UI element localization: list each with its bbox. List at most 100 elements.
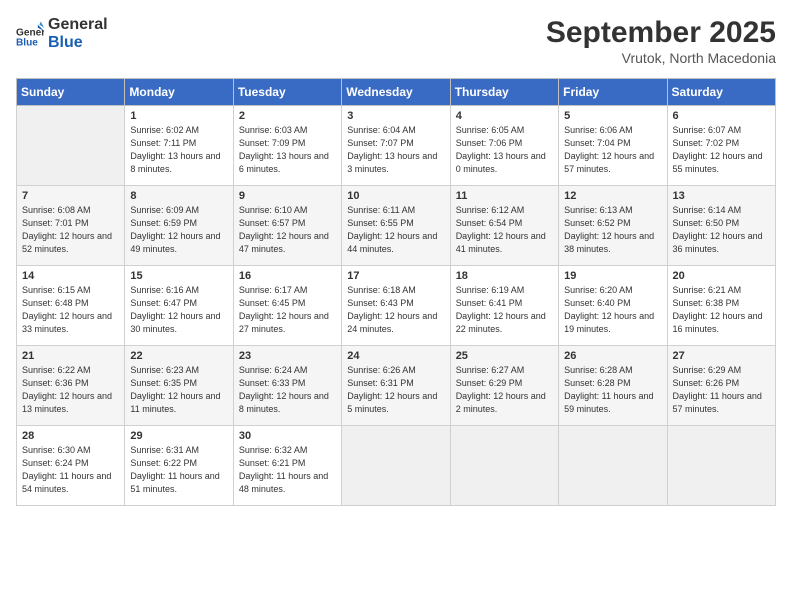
calendar-cell: 6 Sunrise: 6:07 AMSunset: 7:02 PMDaylight… <box>667 106 775 186</box>
col-header-thursday: Thursday <box>450 79 558 106</box>
calendar-cell: 28Sunrise: 6:30 AMSunset: 6:24 PMDayligh… <box>17 426 125 506</box>
svg-text:Blue: Blue <box>16 38 38 48</box>
day-info: Sunrise: 6:09 AMSunset: 6:59 PMDaylight:… <box>130 204 227 256</box>
day-info: Sunrise: 6:12 AMSunset: 6:54 PMDaylight:… <box>456 204 553 256</box>
calendar-cell: 24 Sunrise: 6:26 AMSunset: 6:31 PMDayligh… <box>342 346 450 426</box>
calendar-cell: 23Sunrise: 6:24 AMSunset: 6:33 PMDayligh… <box>233 346 341 426</box>
day-info: Sunrise: 6:14 AMSunset: 6:50 PMDaylight:… <box>673 204 770 256</box>
calendar-week-row: 21 Sunrise: 6:22 AMSunset: 6:36 PMDayligh… <box>17 346 776 426</box>
day-info: Sunrise: 6:05 AMSunset: 7:06 PMDaylight:… <box>456 124 553 176</box>
day-number: 14 <box>22 270 119 282</box>
day-number: 30 <box>239 430 336 442</box>
day-number: 15 <box>130 270 227 282</box>
calendar-cell: 4Sunrise: 6:05 AMSunset: 7:06 PMDaylight… <box>450 106 558 186</box>
day-info: Sunrise: 6:30 AMSunset: 6:24 PMDaylight:… <box>22 444 119 496</box>
calendar-cell: 1 Sunrise: 6:02 AMSunset: 7:11 PMDaylight… <box>125 106 233 186</box>
page-header: General Blue General Blue September 2025… <box>16 16 776 66</box>
title-block: September 2025 Vrutok, North Macedonia <box>546 16 776 66</box>
calendar-cell: 27Sunrise: 6:29 AMSunset: 6:26 PMDayligh… <box>667 346 775 426</box>
day-number: 11 <box>456 190 553 202</box>
col-header-friday: Friday <box>559 79 667 106</box>
calendar-cell: 9 Sunrise: 6:10 AMSunset: 6:57 PMDaylight… <box>233 186 341 266</box>
day-info: Sunrise: 6:15 AMSunset: 6:48 PMDaylight:… <box>22 284 119 336</box>
logo-icon: General Blue <box>16 20 44 48</box>
day-number: 19 <box>564 270 661 282</box>
calendar-cell: 20 Sunrise: 6:21 AMSunset: 6:38 PMDayligh… <box>667 266 775 346</box>
calendar-header-row: SundayMondayTuesdayWednesdayThursdayFrid… <box>17 79 776 106</box>
day-info: Sunrise: 6:32 AMSunset: 6:21 PMDaylight:… <box>239 444 336 496</box>
day-number: 25 <box>456 350 553 362</box>
logo-general: General <box>48 16 108 34</box>
day-number: 8 <box>130 190 227 202</box>
calendar-cell: 3 Sunrise: 6:04 AMSunset: 7:07 PMDaylight… <box>342 106 450 186</box>
day-info: Sunrise: 6:07 AMSunset: 7:02 PMDaylight:… <box>673 124 770 176</box>
day-number: 22 <box>130 350 227 362</box>
calendar-cell: 11 Sunrise: 6:12 AMSunset: 6:54 PMDayligh… <box>450 186 558 266</box>
day-info: Sunrise: 6:04 AMSunset: 7:07 PMDaylight:… <box>347 124 444 176</box>
day-number: 5 <box>564 110 661 122</box>
location-title: Vrutok, North Macedonia <box>546 50 776 66</box>
day-number: 23 <box>239 350 336 362</box>
calendar-cell: 5 Sunrise: 6:06 AMSunset: 7:04 PMDaylight… <box>559 106 667 186</box>
day-info: Sunrise: 6:22 AMSunset: 6:36 PMDaylight:… <box>22 364 119 416</box>
day-number: 3 <box>347 110 444 122</box>
day-info: Sunrise: 6:20 AMSunset: 6:40 PMDaylight:… <box>564 284 661 336</box>
day-number: 6 <box>673 110 770 122</box>
day-info: Sunrise: 6:21 AMSunset: 6:38 PMDaylight:… <box>673 284 770 336</box>
calendar-cell: 13 Sunrise: 6:14 AMSunset: 6:50 PMDayligh… <box>667 186 775 266</box>
col-header-saturday: Saturday <box>667 79 775 106</box>
day-number: 9 <box>239 190 336 202</box>
day-number: 24 <box>347 350 444 362</box>
day-info: Sunrise: 6:26 AMSunset: 6:31 PMDaylight:… <box>347 364 444 416</box>
calendar-cell: 14 Sunrise: 6:15 AMSunset: 6:48 PMDayligh… <box>17 266 125 346</box>
day-number: 7 <box>22 190 119 202</box>
day-info: Sunrise: 6:17 AMSunset: 6:45 PMDaylight:… <box>239 284 336 336</box>
day-number: 2 <box>239 110 336 122</box>
calendar-cell: 22 Sunrise: 6:23 AMSunset: 6:35 PMDayligh… <box>125 346 233 426</box>
calendar-week-row: 7 Sunrise: 6:08 AMSunset: 7:01 PMDaylight… <box>17 186 776 266</box>
calendar-cell <box>17 106 125 186</box>
day-number: 26 <box>564 350 661 362</box>
calendar-cell: 8 Sunrise: 6:09 AMSunset: 6:59 PMDaylight… <box>125 186 233 266</box>
day-number: 1 <box>130 110 227 122</box>
calendar-cell: 10Sunrise: 6:11 AMSunset: 6:55 PMDayligh… <box>342 186 450 266</box>
calendar-cell <box>342 426 450 506</box>
col-header-tuesday: Tuesday <box>233 79 341 106</box>
calendar-cell: 12Sunrise: 6:13 AMSunset: 6:52 PMDayligh… <box>559 186 667 266</box>
day-info: Sunrise: 6:27 AMSunset: 6:29 PMDaylight:… <box>456 364 553 416</box>
month-title: September 2025 <box>546 16 776 50</box>
day-number: 18 <box>456 270 553 282</box>
day-info: Sunrise: 6:03 AMSunset: 7:09 PMDaylight:… <box>239 124 336 176</box>
calendar-cell: 30 Sunrise: 6:32 AMSunset: 6:21 PMDayligh… <box>233 426 341 506</box>
day-info: Sunrise: 6:19 AMSunset: 6:41 PMDaylight:… <box>456 284 553 336</box>
day-info: Sunrise: 6:02 AMSunset: 7:11 PMDaylight:… <box>130 124 227 176</box>
col-header-wednesday: Wednesday <box>342 79 450 106</box>
day-number: 17 <box>347 270 444 282</box>
col-header-monday: Monday <box>125 79 233 106</box>
day-number: 21 <box>22 350 119 362</box>
day-info: Sunrise: 6:18 AMSunset: 6:43 PMDaylight:… <box>347 284 444 336</box>
day-number: 13 <box>673 190 770 202</box>
calendar-week-row: 28Sunrise: 6:30 AMSunset: 6:24 PMDayligh… <box>17 426 776 506</box>
day-number: 12 <box>564 190 661 202</box>
day-number: 20 <box>673 270 770 282</box>
day-info: Sunrise: 6:08 AMSunset: 7:01 PMDaylight:… <box>22 204 119 256</box>
calendar-cell: 25 Sunrise: 6:27 AMSunset: 6:29 PMDayligh… <box>450 346 558 426</box>
calendar-cell: 17 Sunrise: 6:18 AMSunset: 6:43 PMDayligh… <box>342 266 450 346</box>
calendar-cell: 2 Sunrise: 6:03 AMSunset: 7:09 PMDaylight… <box>233 106 341 186</box>
calendar-cell: 19 Sunrise: 6:20 AMSunset: 6:40 PMDayligh… <box>559 266 667 346</box>
day-info: Sunrise: 6:06 AMSunset: 7:04 PMDaylight:… <box>564 124 661 176</box>
day-number: 29 <box>130 430 227 442</box>
calendar-cell: 16 Sunrise: 6:17 AMSunset: 6:45 PMDayligh… <box>233 266 341 346</box>
calendar-cell: 26Sunrise: 6:28 AMSunset: 6:28 PMDayligh… <box>559 346 667 426</box>
calendar-cell <box>667 426 775 506</box>
day-number: 16 <box>239 270 336 282</box>
calendar-cell: 18 Sunrise: 6:19 AMSunset: 6:41 PMDayligh… <box>450 266 558 346</box>
logo-blue: Blue <box>48 34 108 52</box>
calendar-cell: 29Sunrise: 6:31 AMSunset: 6:22 PMDayligh… <box>125 426 233 506</box>
day-info: Sunrise: 6:10 AMSunset: 6:57 PMDaylight:… <box>239 204 336 256</box>
logo: General Blue General Blue <box>16 16 108 53</box>
day-info: Sunrise: 6:23 AMSunset: 6:35 PMDaylight:… <box>130 364 227 416</box>
day-number: 10 <box>347 190 444 202</box>
calendar-week-row: 1 Sunrise: 6:02 AMSunset: 7:11 PMDaylight… <box>17 106 776 186</box>
